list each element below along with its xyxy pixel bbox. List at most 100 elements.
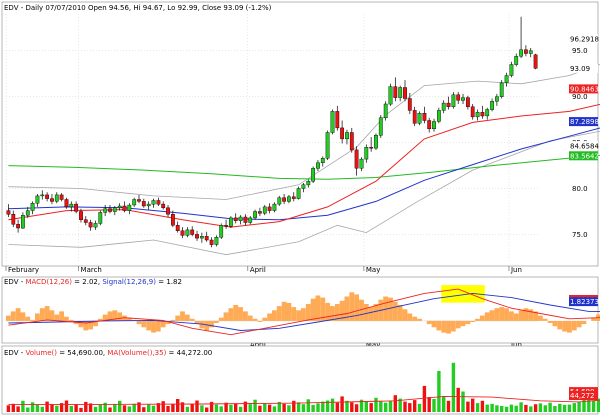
candle-body: [388, 86, 393, 105]
candle-body: [403, 87, 407, 99]
volume-bar: [553, 406, 557, 412]
candle-body: [262, 206, 267, 214]
candle-body: [441, 102, 446, 111]
macd-histogram-bar: [562, 320, 567, 332]
candle-body: [195, 234, 199, 239]
volume-bar: [306, 399, 310, 412]
volume-bar: [413, 400, 417, 412]
candle-body: [6, 210, 11, 215]
volume-bar: [296, 402, 301, 412]
candle-body: [432, 121, 436, 130]
macd-histogram-bar: [175, 315, 181, 321]
candle-body: [504, 75, 509, 84]
macd-histogram-bar: [576, 320, 582, 328]
macd-histogram-bar: [571, 320, 577, 331]
macd-histogram-bar: [330, 306, 335, 321]
macd-histogram-bar: [170, 319, 176, 321]
candle-body: [54, 194, 59, 202]
candle-body: [127, 204, 132, 211]
candle-body: [306, 180, 311, 186]
candle-body: [316, 162, 320, 169]
candle-body: [417, 112, 422, 124]
volume-bar: [79, 407, 83, 412]
candle-body: [141, 201, 146, 207]
candle: [378, 115, 383, 138]
candle-body: [427, 120, 432, 130]
candle-body: [287, 196, 291, 202]
candle-body: [243, 216, 248, 223]
macd-histogram-bar: [567, 320, 572, 333]
right-axis-label: 90.8463: [569, 84, 599, 94]
candle-body: [528, 50, 533, 54]
volume-bar: [403, 401, 407, 412]
macd-histogram-bar: [436, 320, 442, 331]
macd-histogram-bar: [35, 313, 40, 321]
candle-body: [277, 197, 282, 205]
volume-bar: [374, 397, 378, 412]
right-axis-label: 1.82373: [569, 297, 599, 306]
volume-bar: [45, 401, 49, 412]
candle-body: [412, 110, 417, 124]
macd-histogram-bar: [272, 310, 277, 321]
candle-body: [451, 94, 456, 107]
candle-body: [219, 225, 224, 238]
volume-bar: [509, 404, 514, 412]
macd-histogram-bar: [475, 318, 480, 321]
volume-bar: [379, 401, 383, 412]
macd-histogram-bar: [218, 317, 224, 321]
right-axis-label: 96.2918: [569, 34, 599, 44]
stock-chart: EDV - Daily 07/07/2010 Open 94.56, Hi 94…: [0, 0, 600, 416]
candle-body: [475, 112, 480, 118]
candle: [417, 111, 422, 126]
macd-histogram-bar: [446, 320, 451, 334]
volume-bar: [533, 404, 538, 412]
volume-bar: [524, 404, 528, 412]
volume-bar: [30, 402, 35, 412]
volume-bar: [451, 362, 456, 412]
volume-bar: [432, 399, 436, 412]
candle-body: [248, 217, 253, 223]
volume-bar: [456, 387, 460, 412]
macd-histogram-bar: [542, 318, 548, 321]
volume-bar: [272, 406, 277, 412]
volume-bar: [442, 396, 446, 412]
candle-body: [83, 219, 88, 223]
macd-histogram-bar: [39, 308, 45, 321]
macd-histogram-bar: [243, 311, 248, 321]
date-label: May: [366, 266, 380, 274]
volume-bar: [151, 405, 156, 412]
volume-bar: [538, 403, 543, 412]
candle-body: [21, 214, 25, 229]
volume-bar: [93, 406, 98, 412]
macd-histogram-bar: [233, 305, 239, 321]
candle-body: [25, 210, 30, 216]
macd-histogram-bar: [247, 315, 253, 321]
macd-histogram-bar: [397, 305, 403, 321]
date-label: April: [250, 266, 266, 274]
candle-body: [291, 196, 296, 199]
volume-bar: [514, 405, 518, 412]
macd-histogram-bar: [30, 319, 35, 321]
macd-histogram-bar: [59, 311, 64, 321]
macd-histogram-bar: [281, 301, 287, 321]
volume-bar: [490, 403, 494, 412]
macd-panel-title: EDV - MACD(12,26) = 2.02, Signal(12,26,9…: [4, 278, 182, 286]
volume-bar: [408, 403, 412, 412]
price-y-tick-label: 80.0: [572, 185, 588, 193]
candle-body: [190, 229, 195, 235]
candle-body: [69, 203, 74, 208]
date-label: February: [8, 266, 39, 274]
candle-body: [340, 127, 344, 140]
macd-histogram-bar: [146, 320, 152, 331]
macd-histogram-bar: [291, 307, 297, 321]
volume-bar: [340, 396, 344, 412]
macd-histogram-bar: [117, 312, 122, 321]
candle-body: [122, 205, 127, 211]
volume-bar: [258, 405, 262, 412]
volume-bar: [21, 400, 25, 412]
macd-histogram-bar: [484, 312, 490, 321]
candle: [325, 130, 330, 161]
price-y-tick-label: 90.0: [572, 93, 588, 101]
volume-bar: [287, 405, 291, 412]
candle: [296, 186, 301, 200]
